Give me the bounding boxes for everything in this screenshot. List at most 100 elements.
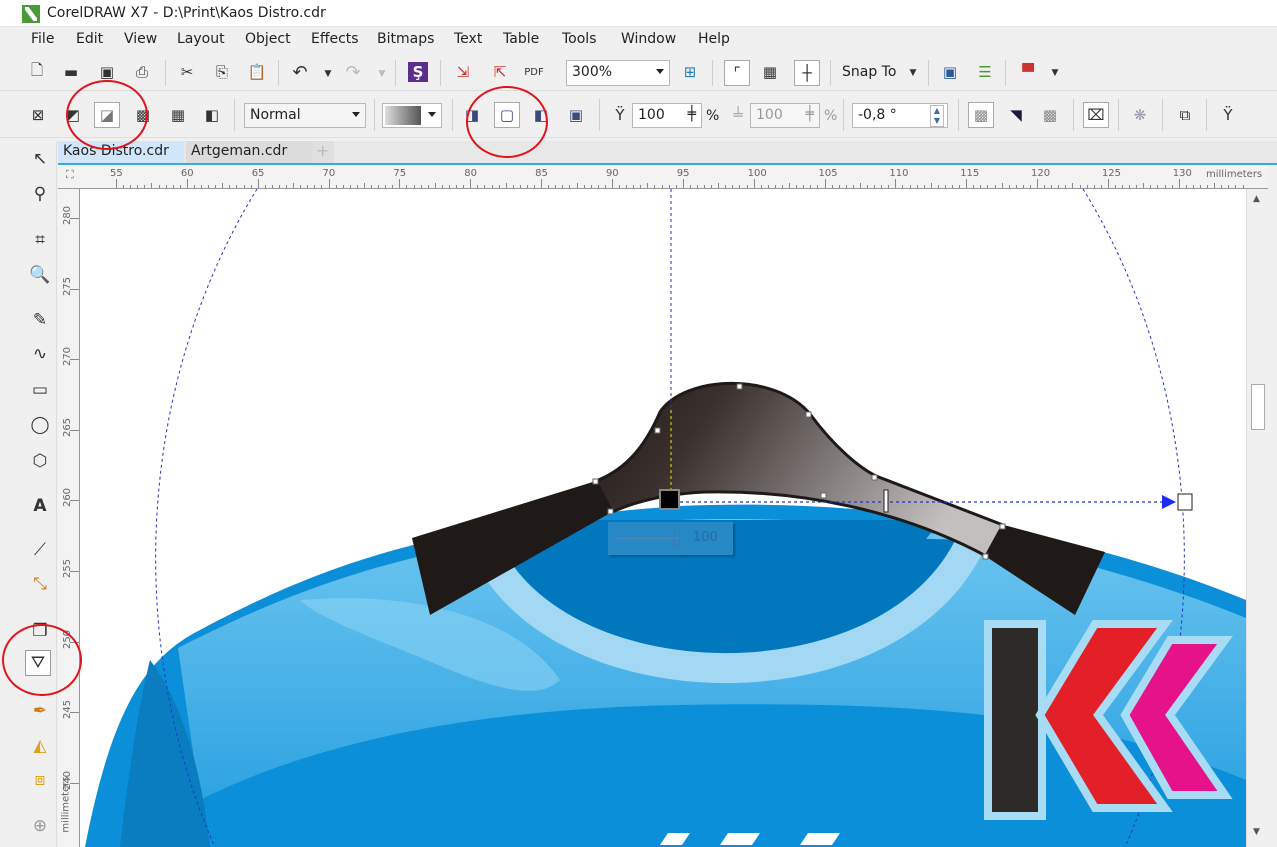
connector-tool-icon[interactable]: ⤡ bbox=[27, 571, 53, 597]
ruler-origin-icon[interactable]: ⛶ bbox=[66, 168, 74, 182]
angle-field[interactable]: -0,8 ° ▲ ▼ bbox=[852, 103, 948, 128]
ruler-tick bbox=[498, 185, 500, 188]
checklist-icon[interactable]: ☰ bbox=[975, 62, 995, 82]
show-rulers-icon[interactable]: ⌜ bbox=[724, 60, 750, 86]
menu-effects[interactable]: Effects bbox=[311, 31, 359, 47]
freehand-tool-icon[interactable]: ✎ bbox=[27, 307, 53, 333]
parallel-dimension-tool-icon[interactable]: ⟋ bbox=[27, 537, 53, 563]
paste-icon[interactable]: 📋 bbox=[247, 62, 267, 82]
stepper-icon[interactable]: ╪ bbox=[688, 106, 696, 122]
ellipse-tool-icon[interactable]: ◯ bbox=[27, 412, 53, 438]
publish-pdf-icon[interactable]: PDF bbox=[524, 62, 544, 82]
undo-dropdown-icon[interactable]: ▼ bbox=[318, 64, 338, 84]
menu-object[interactable]: Object bbox=[245, 31, 291, 47]
ruler-tick bbox=[1001, 183, 1003, 188]
new-tab-icon[interactable]: + bbox=[312, 141, 334, 163]
open-icon[interactable]: ▬ bbox=[61, 62, 81, 82]
transparency-slider-popup[interactable]: 100 bbox=[608, 522, 733, 555]
slider-track[interactable] bbox=[616, 538, 680, 539]
vertical-ruler[interactable]: 280 275 270 265 260 255 250 245 240 millimeters bbox=[58, 189, 80, 847]
ruler-tick bbox=[682, 179, 684, 188]
stepper-icon[interactable]: ╪ bbox=[806, 106, 814, 122]
ruler-tick bbox=[704, 185, 706, 188]
menu-file[interactable]: File bbox=[31, 31, 54, 47]
snap-to-chevron-icon[interactable]: ▼ bbox=[903, 63, 923, 83]
transparency-fill-icon[interactable]: ▩ bbox=[1040, 105, 1060, 125]
two-color-pattern-transparency-icon[interactable]: ◧ bbox=[202, 105, 222, 125]
freeze-transparency-icon[interactable]: ❋ bbox=[1130, 105, 1150, 125]
scroll-thumb[interactable] bbox=[1251, 384, 1265, 430]
menu-help[interactable]: Help bbox=[698, 31, 730, 47]
transparency-transform-icon[interactable]: ◥ bbox=[1006, 105, 1026, 125]
corel-connect-icon[interactable]: Ş bbox=[408, 62, 428, 82]
tab-artgeman[interactable]: Artgeman.cdr bbox=[186, 141, 312, 163]
scroll-up-icon[interactable]: ▲ bbox=[1253, 194, 1260, 204]
feather-icon: ╧ bbox=[733, 106, 743, 124]
snap-to-dropdown[interactable]: Snap To bbox=[842, 64, 896, 80]
add-tool-icon[interactable]: ⊕ bbox=[27, 813, 53, 839]
export-icon[interactable]: ⇱ bbox=[490, 62, 510, 82]
edit-transparency-icon[interactable]: ⌧ bbox=[1083, 102, 1109, 128]
zoom-level-value: 300% bbox=[572, 64, 613, 80]
ruler-tick bbox=[888, 185, 890, 188]
application-launcher-icon[interactable]: ▀ bbox=[1018, 62, 1038, 82]
no-transparency-icon[interactable]: ⊠ bbox=[28, 105, 48, 125]
ruler-tick bbox=[477, 185, 479, 188]
merge-mode-dropdown[interactable]: Normal bbox=[244, 103, 366, 128]
spin-arrows-icon[interactable]: ▲ ▼ bbox=[929, 105, 944, 127]
crop-tool-icon[interactable]: ⌗ bbox=[27, 227, 53, 253]
menu-window[interactable]: Window bbox=[621, 31, 676, 47]
copy-transparency-icon[interactable]: ⧉ bbox=[1175, 105, 1195, 125]
menu-text[interactable]: Text bbox=[454, 31, 482, 47]
zoom-tool-icon[interactable]: 🔍 bbox=[27, 262, 53, 288]
options-icon[interactable]: ▣ bbox=[940, 62, 960, 82]
color-eyedropper-tool-icon[interactable]: ✒ bbox=[27, 698, 53, 724]
cut-icon[interactable]: ✂ bbox=[177, 62, 197, 82]
print-icon[interactable]: ⎙ bbox=[132, 62, 152, 82]
menu-table[interactable]: Table bbox=[503, 31, 539, 47]
text-tool-icon[interactable]: A bbox=[27, 493, 53, 519]
ruler-tick bbox=[689, 185, 691, 188]
shape-tool-icon[interactable]: ⚲ bbox=[27, 181, 53, 207]
menu-layout[interactable]: Layout bbox=[177, 31, 225, 47]
launcher-chevron-icon[interactable]: ▼ bbox=[1045, 63, 1065, 83]
menu-edit[interactable]: Edit bbox=[76, 31, 103, 47]
rectangular-fountain-transparency-icon[interactable]: ▣ bbox=[566, 105, 586, 125]
free-scale-skew-icon[interactable]: ▩ bbox=[968, 102, 994, 128]
menu-tools[interactable]: Tools bbox=[562, 31, 597, 47]
horizontal-ruler[interactable]: ⛶ millimeters 55 60 65 70 75 80 85 90 95 100 105 11… bbox=[58, 165, 1268, 189]
new-document-icon[interactable]: 🗋 bbox=[27, 61, 47, 82]
rectangle-tool-icon[interactable]: ▭ bbox=[27, 377, 53, 403]
redo-dropdown-icon[interactable]: ▼ bbox=[372, 64, 392, 84]
drawing-canvas[interactable]: 100 bbox=[80, 189, 1246, 847]
interactive-fill-tool-icon[interactable]: ◭ bbox=[27, 733, 53, 759]
undo-icon[interactable]: ↶ bbox=[290, 62, 310, 83]
menu-bitmaps[interactable]: Bitmaps bbox=[377, 31, 434, 47]
ruler-tick bbox=[831, 185, 833, 188]
vertical-scrollbar[interactable]: ▲ ▼ bbox=[1246, 189, 1268, 847]
feather-field[interactable]: 100 ╪ bbox=[750, 103, 820, 128]
ruler-tick bbox=[1150, 185, 1152, 188]
transparency-settings-icon[interactable]: Ÿ bbox=[1218, 105, 1238, 125]
ruler-tick bbox=[1037, 179, 1039, 188]
bitmap-pattern-transparency-icon[interactable]: ▦ bbox=[168, 105, 188, 125]
pick-tool-icon[interactable]: ↖ bbox=[27, 146, 53, 172]
ruler-tick bbox=[987, 185, 989, 188]
polygon-tool-icon[interactable]: ⬡ bbox=[27, 448, 53, 474]
show-guidelines-icon[interactable]: ┼ bbox=[794, 60, 820, 86]
artistic-media-tool-icon[interactable]: ∿ bbox=[27, 341, 53, 367]
ruler-tick bbox=[427, 185, 429, 188]
scroll-down-icon[interactable]: ▼ bbox=[1253, 827, 1260, 837]
show-grid-icon[interactable]: ▦ bbox=[760, 62, 780, 82]
smart-fill-tool-icon[interactable]: ⧈ bbox=[27, 767, 53, 793]
slider-thumb[interactable] bbox=[674, 529, 680, 547]
copy-icon[interactable]: ⎘ bbox=[212, 62, 232, 82]
full-screen-preview-icon[interactable]: ⊞ bbox=[680, 62, 700, 82]
import-icon[interactable]: ⇲ bbox=[453, 62, 473, 82]
zoom-level-dropdown[interactable]: 300% bbox=[566, 60, 670, 86]
save-icon[interactable]: ▣ bbox=[97, 62, 117, 82]
redo-icon[interactable]: ↷ bbox=[343, 62, 363, 83]
transparency-picker[interactable] bbox=[382, 103, 442, 128]
node-transparency-field[interactable]: 100 ╪ bbox=[632, 103, 702, 128]
menu-view[interactable]: View bbox=[124, 31, 157, 47]
